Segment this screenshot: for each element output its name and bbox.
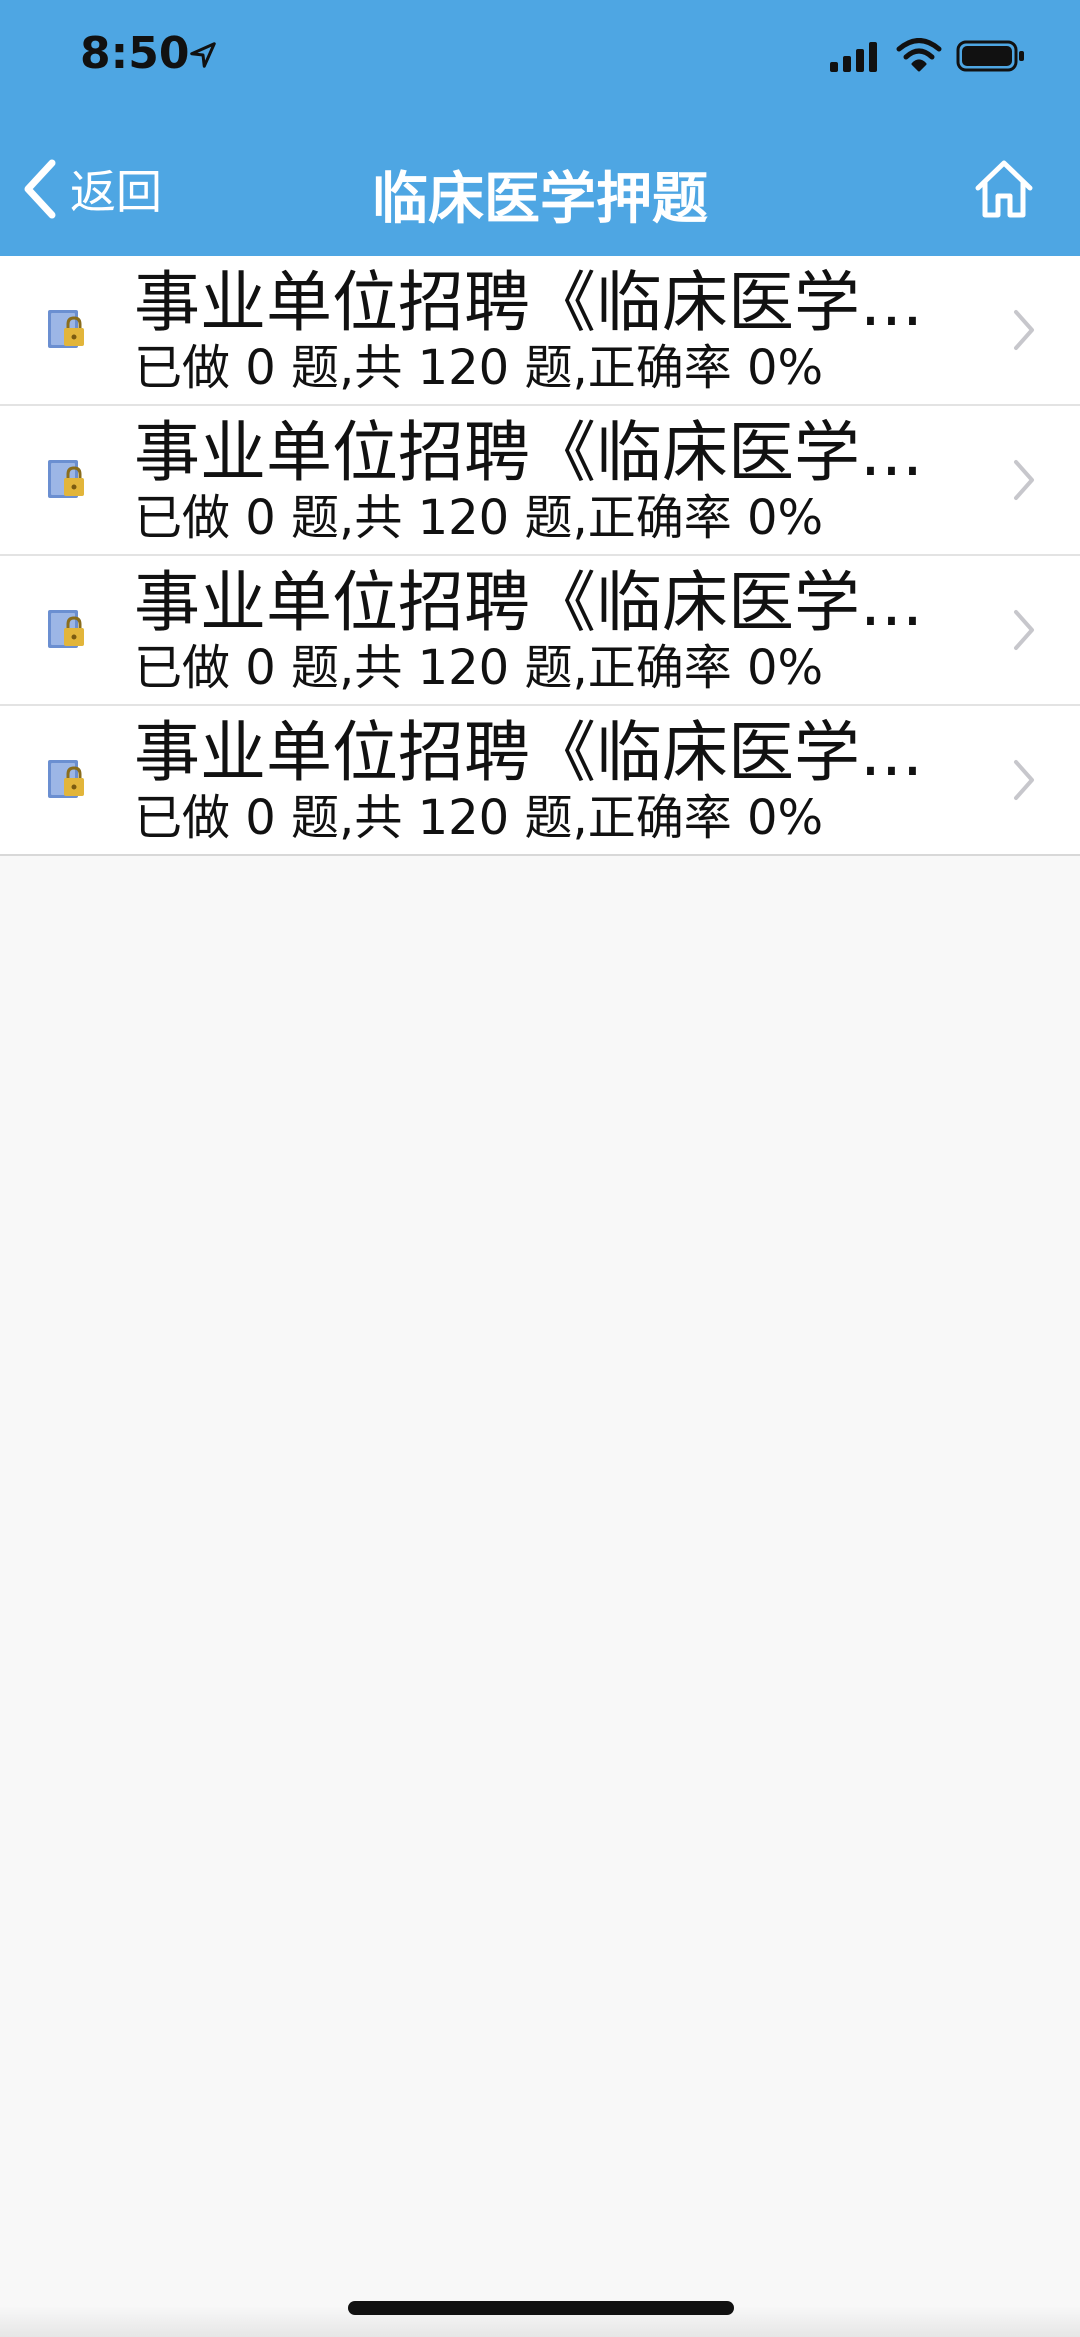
chevron-right-icon bbox=[1014, 460, 1034, 500]
chevron-right-icon bbox=[1014, 610, 1034, 650]
wifi-icon bbox=[896, 38, 942, 72]
page-title: 临床医学押题 bbox=[372, 167, 708, 232]
list-item-progress: 已做 0 题,共 120 题,正确率 0% bbox=[134, 790, 824, 846]
locked-document-icon bbox=[48, 460, 84, 498]
list-item[interactable]: 事业单位招聘《临床医学... 已做 0 题,共 120 题,正确率 0% bbox=[0, 406, 1080, 556]
list-item-progress: 已做 0 题,共 120 题,正确率 0% bbox=[134, 490, 824, 546]
list-item-title: 事业单位招聘《临床医学... bbox=[134, 564, 923, 641]
locked-document-icon bbox=[48, 760, 84, 798]
list-item-progress: 已做 0 题,共 120 题,正确率 0% bbox=[134, 340, 824, 396]
location-arrow-icon bbox=[190, 42, 216, 68]
top-bar: 8:50 返回 临床医学押题 bbox=[0, 0, 1080, 256]
cellular-signal-icon bbox=[830, 42, 877, 72]
exam-list: 事业单位招聘《临床医学... 已做 0 题,共 120 题,正确率 0% 事业单… bbox=[0, 256, 1080, 856]
home-icon[interactable] bbox=[972, 158, 1036, 220]
list-item-progress: 已做 0 题,共 120 题,正确率 0% bbox=[134, 640, 824, 696]
home-indicator[interactable] bbox=[348, 2301, 734, 2315]
list-item-title: 事业单位招聘《临床医学... bbox=[134, 264, 923, 341]
status-bar: 8:50 bbox=[0, 0, 1080, 120]
list-item-title: 事业单位招聘《临床医学... bbox=[134, 714, 923, 791]
list-item[interactable]: 事业单位招聘《临床医学... 已做 0 题,共 120 题,正确率 0% bbox=[0, 556, 1080, 706]
locked-document-icon bbox=[48, 610, 84, 648]
navigation-bar: 返回 临床医学押题 bbox=[0, 140, 1080, 240]
status-time: 8:50 bbox=[80, 28, 190, 79]
list-item[interactable]: 事业单位招聘《临床医学... 已做 0 题,共 120 题,正确率 0% bbox=[0, 256, 1080, 406]
list-item-title: 事业单位招聘《临床医学... bbox=[134, 414, 923, 491]
locked-document-icon bbox=[48, 310, 84, 348]
list-item[interactable]: 事业单位招聘《临床医学... 已做 0 题,共 120 题,正确率 0% bbox=[0, 706, 1080, 854]
chevron-right-icon bbox=[1014, 760, 1034, 800]
battery-icon bbox=[956, 40, 1024, 72]
chevron-right-icon bbox=[1014, 310, 1034, 350]
